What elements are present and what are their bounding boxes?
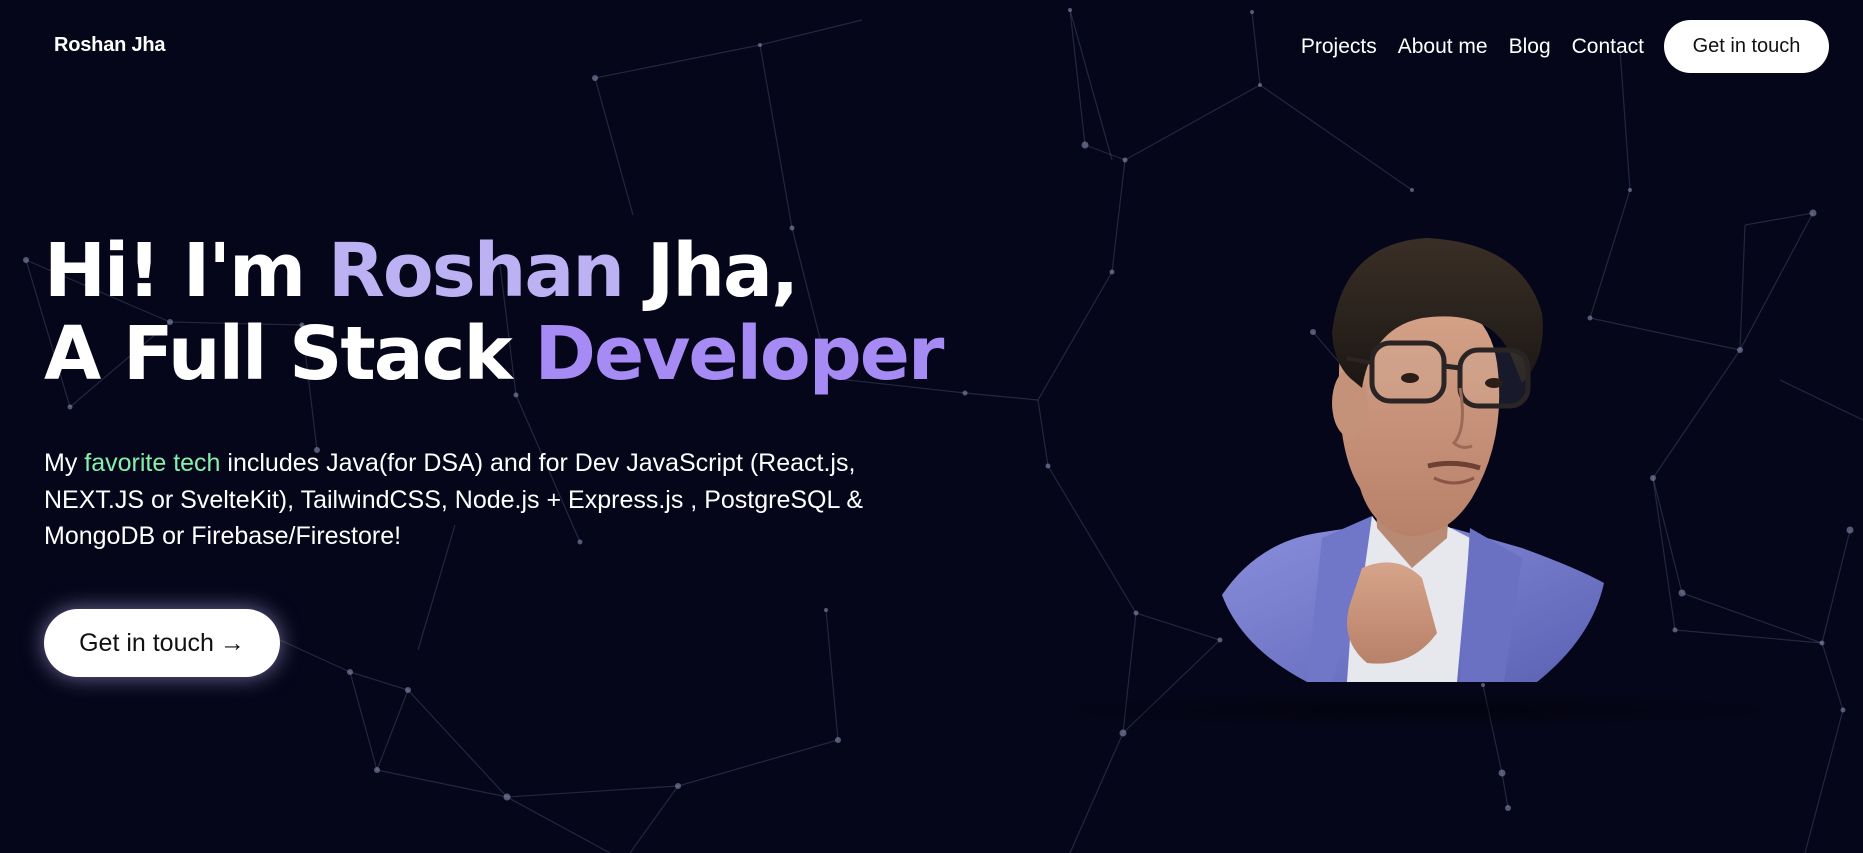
hero-description: My favorite tech includes Java(for DSA) … [44, 445, 924, 555]
page: Roshan Jha Projects About me Blog Contac… [0, 0, 1863, 853]
hero-title-first-name: Roshan [327, 228, 625, 314]
hero-title-greeting: Hi! I'm [44, 228, 328, 314]
hero-title-line1: Hi! I'm Roshan Jha, [44, 228, 799, 314]
portrait-shadow [980, 690, 1860, 730]
hero-cta-label: Get in touch [79, 628, 214, 657]
hero-title-role-prefix: A Full Stack [44, 311, 535, 397]
arrow-right-icon: → [219, 628, 245, 657]
hero-get-in-touch-button[interactable]: Get in touch → [44, 609, 280, 677]
nav-about-me[interactable]: About me [1398, 35, 1488, 59]
brand-logo[interactable]: Roshan Jha [54, 34, 166, 57]
top-nav: Projects About me Blog Contact Get in to… [1301, 20, 1829, 73]
profile-photo [1222, 238, 1604, 682]
nav-projects[interactable]: Projects [1301, 35, 1377, 59]
nav-get-in-touch-button[interactable]: Get in touch [1664, 20, 1829, 73]
nav-contact[interactable]: Contact [1572, 35, 1644, 59]
hero-title-last-name: Jha, [623, 228, 799, 314]
favorite-tech-highlight: favorite tech [84, 449, 221, 477]
hero-title-line2: A Full Stack Developer [44, 311, 945, 397]
hero-title: Hi! I'm Roshan Jha, A Full Stack Develop… [44, 228, 945, 397]
hero-description-prefix: My [44, 449, 85, 477]
hero-title-role: Developer [534, 311, 945, 397]
nav-blog[interactable]: Blog [1509, 35, 1551, 59]
